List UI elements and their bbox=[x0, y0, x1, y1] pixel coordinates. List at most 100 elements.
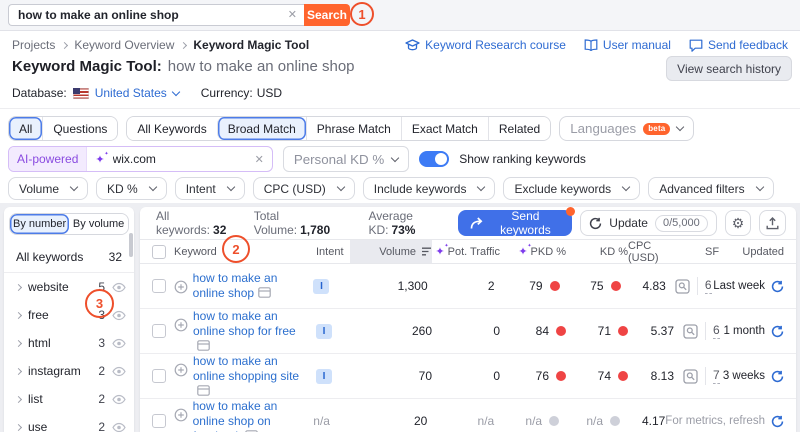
col-updated[interactable]: Updated bbox=[722, 240, 796, 263]
keyword-group-item[interactable]: list 2 bbox=[4, 385, 134, 413]
col-sf[interactable]: SF bbox=[674, 240, 722, 263]
breadcrumb-projects[interactable]: Projects bbox=[12, 38, 55, 52]
keyword-group-item[interactable]: use 2 bbox=[4, 413, 134, 432]
search-input[interactable] bbox=[8, 4, 304, 26]
select-all-checkbox[interactable] bbox=[152, 244, 166, 259]
send-keywords-button[interactable]: Send keywords bbox=[457, 207, 576, 237]
keyword-group-item[interactable]: instagram 2 bbox=[4, 357, 134, 385]
row-checkbox[interactable] bbox=[152, 414, 166, 428]
serp-preview-icon[interactable] bbox=[675, 278, 690, 294]
export-button[interactable] bbox=[759, 210, 786, 236]
row-checkbox[interactable] bbox=[152, 324, 166, 338]
serp-preview-icon[interactable] bbox=[683, 368, 698, 384]
search-button[interactable]: Search bbox=[304, 4, 350, 26]
tab-all-keywords[interactable]: All Keywords bbox=[127, 117, 217, 140]
volume-cell: 20 bbox=[413, 414, 428, 428]
domain-input[interactable] bbox=[106, 152, 247, 166]
row-checkbox[interactable] bbox=[152, 279, 166, 293]
serp-card-icon[interactable] bbox=[197, 339, 210, 351]
serp-preview-icon[interactable] bbox=[683, 323, 698, 339]
chevron-right-icon bbox=[180, 41, 188, 49]
database-selector[interactable]: United States bbox=[72, 86, 180, 100]
tab-all[interactable]: All bbox=[9, 117, 43, 140]
languages-dropdown[interactable]: Languages beta bbox=[559, 116, 695, 141]
ai-powered-chip: AI-powered bbox=[9, 147, 88, 171]
show-ranking-keywords-toggle[interactable] bbox=[419, 151, 450, 167]
keyword-link[interactable]: how to make an online shop for free bbox=[193, 309, 296, 338]
refresh-icon[interactable] bbox=[771, 415, 784, 428]
add-keyword-icon[interactable] bbox=[174, 363, 188, 377]
pot-traffic-cell: n/a bbox=[477, 414, 495, 428]
refresh-icon[interactable] bbox=[771, 370, 784, 383]
expand-chevron-icon[interactable] bbox=[14, 283, 23, 291]
tab-broad-match[interactable]: Broad Match bbox=[216, 117, 306, 140]
filter-kd-[interactable]: KD % bbox=[96, 177, 167, 200]
eye-icon[interactable] bbox=[112, 422, 126, 432]
view-by-volume[interactable]: By volume bbox=[69, 214, 128, 234]
eye-icon[interactable] bbox=[112, 282, 126, 293]
tutorial-callout-3: 3 bbox=[85, 289, 114, 318]
expand-chevron-icon[interactable] bbox=[14, 339, 23, 347]
tab-related[interactable]: Related bbox=[487, 117, 551, 140]
col-pot-traffic[interactable]: ✦ Pot. Traffic bbox=[432, 240, 500, 263]
filter-volume[interactable]: Volume bbox=[8, 177, 89, 200]
keyword-link[interactable]: how to make an online shop on facebook bbox=[193, 399, 278, 432]
update-button[interactable]: Update 0/5,000 bbox=[580, 210, 717, 236]
refresh-icon[interactable] bbox=[771, 325, 784, 338]
expand-chevron-icon[interactable] bbox=[14, 423, 23, 431]
tab-questions[interactable]: Questions bbox=[42, 117, 118, 140]
clear-domain-icon[interactable]: ✕ bbox=[247, 153, 272, 166]
filter-intent[interactable]: Intent bbox=[174, 177, 245, 200]
filter-exclude-keywords[interactable]: Exclude keywords bbox=[503, 177, 641, 200]
view-by-number[interactable]: By number bbox=[10, 214, 70, 234]
filter-advanced-filters[interactable]: Advanced filters bbox=[648, 177, 774, 200]
personal-kd-dropdown[interactable]: Personal KD % bbox=[282, 146, 410, 172]
tutorial-callout-1: 1 bbox=[350, 2, 374, 26]
col-intent[interactable]: Intent bbox=[314, 240, 350, 263]
sidebar-scrollbar[interactable] bbox=[129, 233, 133, 257]
sf-count[interactable]: 7 bbox=[713, 368, 720, 384]
tab-exact-match[interactable]: Exact Match bbox=[400, 117, 488, 140]
filter-include-keywords[interactable]: Include keywords bbox=[362, 177, 496, 200]
eye-icon[interactable] bbox=[112, 366, 126, 377]
keyword-link[interactable]: how to make an online shopping site bbox=[193, 354, 299, 383]
breadcrumb-keyword-overview[interactable]: Keyword Overview bbox=[74, 38, 174, 52]
col-cpc[interactable]: CPC (USD) bbox=[628, 240, 674, 264]
eye-icon[interactable] bbox=[112, 338, 126, 349]
serp-card-icon[interactable] bbox=[197, 384, 210, 396]
view-search-history-button[interactable]: View search history bbox=[666, 56, 792, 81]
pkd-cell: n/a bbox=[494, 414, 560, 428]
expand-chevron-icon[interactable] bbox=[14, 395, 23, 403]
col-pkd[interactable]: ✦ PKD % bbox=[500, 240, 566, 263]
refresh-icon[interactable] bbox=[771, 280, 784, 293]
expand-chevron-icon[interactable] bbox=[14, 367, 23, 375]
expand-chevron-icon[interactable] bbox=[14, 311, 23, 319]
settings-button[interactable]: ⚙ bbox=[724, 210, 752, 236]
sf-count[interactable]: 6 bbox=[713, 323, 720, 339]
updated-cell: For metrics, refresh bbox=[665, 415, 796, 428]
clear-search-icon[interactable]: ✕ bbox=[288, 8, 297, 22]
user-manual-link[interactable]: User manual bbox=[584, 38, 671, 52]
summary-stats: All keywords: 32 Total Volume: 1,780 Avera… bbox=[156, 209, 416, 237]
row-checkbox[interactable] bbox=[152, 369, 166, 383]
serp-card-icon[interactable] bbox=[258, 287, 271, 298]
eye-icon[interactable] bbox=[112, 394, 126, 405]
sf-count[interactable]: 6 bbox=[704, 278, 712, 294]
export-icon bbox=[766, 216, 779, 230]
tab-phrase-match[interactable]: Phrase Match bbox=[305, 117, 401, 140]
add-keyword-icon[interactable] bbox=[174, 408, 188, 422]
keyword-group-item[interactable]: website 5 bbox=[4, 273, 134, 301]
eye-icon[interactable] bbox=[112, 310, 126, 321]
filter-cpc-usd-[interactable]: CPC (USD) bbox=[252, 177, 355, 200]
send-feedback-link[interactable]: Send feedback bbox=[689, 38, 788, 52]
keyword-research-course-link[interactable]: Keyword Research course bbox=[405, 38, 566, 52]
col-volume[interactable]: Volume bbox=[350, 240, 432, 263]
add-keyword-icon[interactable] bbox=[174, 280, 188, 294]
keyword-group-item[interactable]: html 3 bbox=[4, 329, 134, 357]
keyword-group-item[interactable]: free 3 bbox=[4, 301, 134, 329]
updated-cell: 1 month bbox=[722, 325, 796, 338]
notification-dot bbox=[566, 207, 576, 216]
add-keyword-icon[interactable] bbox=[174, 318, 188, 332]
cpc-cell: 4.83 bbox=[642, 279, 666, 293]
col-kd[interactable]: KD % bbox=[566, 240, 628, 263]
